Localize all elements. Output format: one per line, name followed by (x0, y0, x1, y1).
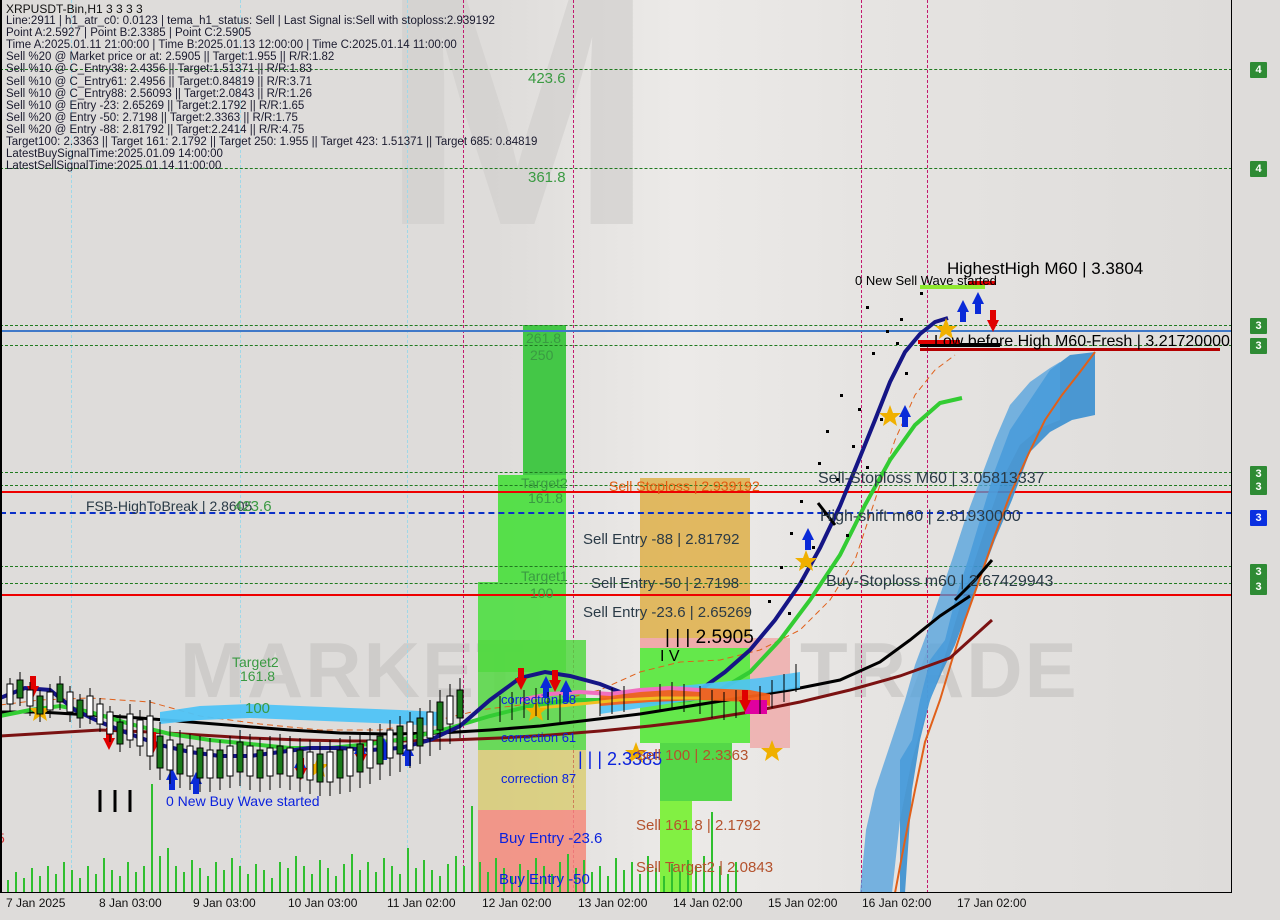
fsb-high-to-break-label: FSB-HighToBreak | 2.8605 (86, 498, 253, 514)
sell-stoploss-m60-label: Sell-Stoploss M60 | 3.05813337 (818, 470, 1045, 487)
time-tick-0: 7 Jan 2025 (6, 896, 66, 910)
plot-border-right (1231, 0, 1232, 893)
price-badge-5[interactable]: 3 (1250, 479, 1267, 495)
time-tick-10: 17 Jan 02:00 (957, 896, 1027, 910)
low-before-high-label: Low before High M60-Fresh | 3.21720000 (934, 333, 1230, 350)
wave-iv-marker: I V (660, 648, 680, 665)
time-tick-4: 11 Jan 02:00 (387, 896, 456, 910)
info-line-9: Sell %20 @ Entry -88: 2.81792 || Target:… (6, 123, 305, 136)
fib-label-250: 250 (530, 347, 554, 363)
info-line-3: Sell %20 @ Market price or at: 2.5905 ||… (6, 51, 335, 64)
info-line-7: Sell %10 @ Entry -23: 2.65269 || Target:… (6, 99, 305, 112)
fib-label-target2-value: 161.8 (528, 490, 564, 506)
sell-stoploss-label: Sell Stoploss | 2.939192 (609, 478, 760, 494)
fib-label-target1-value: 100 (530, 585, 554, 601)
time-tick-7: 14 Jan 02:00 (673, 896, 743, 910)
time-tick-5: 12 Jan 02:00 (482, 896, 552, 910)
time-tick-1: 8 Jan 03:00 (99, 896, 162, 910)
fib-label-261: 261.8 (526, 330, 562, 346)
price-badge-2[interactable]: 3 (1250, 318, 1267, 334)
time-tick-6: 13 Jan 02:00 (578, 896, 648, 910)
correction-38-label: correction 38 (501, 692, 577, 707)
sell-entry-50-label: Sell Entry -50 | 2.7198 (591, 575, 740, 592)
info-line-12: LatestSellSignalTime:2025.01.14 11:00:00 (6, 160, 222, 173)
new-buy-wave-label: 0 New Buy Wave started (166, 793, 320, 809)
price-scale[interactable]: 4 4 3 3 3 3 3 3 3 (1234, 0, 1280, 893)
price-badge-7[interactable]: 3 (1250, 564, 1267, 580)
info-line-6: Sell %10 @ C_Entry88: 2.56093 || Target:… (6, 87, 312, 100)
info-line-8: Sell %20 @ Entry -50: 2.7198 || Target:2… (6, 111, 298, 124)
fib-label-target2: Target2 (521, 475, 568, 491)
point-c-marker: | | | 2.5905 (665, 627, 754, 648)
info-line-10: Target100: 2.3363 || Target 161: 2.1792 … (6, 136, 538, 149)
price-badge-6[interactable]: 3 (1250, 510, 1267, 526)
info-line-4: Sell %10 @ C_Entry38: 2.4356 || Target:1… (6, 63, 312, 76)
price-badge-0[interactable]: 4 (1250, 62, 1267, 78)
fsb-fib-label: 423.6 (234, 498, 272, 515)
price-badge-3[interactable]: 3 (1250, 338, 1267, 354)
time-tick-9: 16 Jan 02:00 (862, 896, 932, 910)
correction-87-label: correction 87 (501, 771, 577, 786)
sell-entry-236-label: Sell Entry -23.6 | 2.65269 (583, 604, 752, 621)
time-tick-8: 15 Jan 02:00 (768, 896, 838, 910)
high-shift-label: High-shift m60 | 2.81930000 (820, 508, 1021, 525)
mt-chart-window: M MARKET TRADE (0, 0, 1280, 920)
sell-100-label: Sell 100 | 2.3363 (636, 747, 749, 764)
left-target2-value: 161.8 (240, 668, 276, 684)
sell-1618-label: Sell 161.8 | 2.1792 (636, 817, 761, 834)
sell-target2-label: Sell Target2 | 2.0843 (636, 859, 774, 876)
sell-entry-88-label: Sell Entry -88 | 2.81792 (583, 531, 740, 548)
correction-61-label: correction 61 (501, 730, 577, 745)
plot-border-left (0, 0, 2, 893)
info-line-5: Sell %10 @ C_Entry61: 2.4956 || Target:0… (6, 75, 312, 88)
info-line-0: Line:2911 | h1_atr_c0: 0.0123 | tema_h1_… (6, 15, 495, 28)
time-tick-2: 9 Jan 03:00 (193, 896, 256, 910)
price-badge-8[interactable]: 3 (1250, 579, 1267, 595)
buy-entry-236-label: Buy Entry -23.6 (499, 830, 603, 847)
chart-plot-area[interactable]: M MARKET TRADE (0, 0, 1232, 893)
chart-info-header: XRPUSDT-Bin,H1 3 3 3 3 Line:2911 | h1_at… (6, 3, 537, 172)
time-tick-3: 10 Jan 03:00 (288, 896, 358, 910)
buy-stoploss-m60-label: Buy-Stoploss m60 | 2.67429943 (826, 573, 1054, 590)
new-sell-wave-label: 0 New Sell Wave started (855, 273, 997, 288)
price-badge-1[interactable]: 4 (1250, 161, 1267, 177)
info-line-11: LatestBuySignalTime:2025.01.09 14:00:00 (6, 148, 223, 161)
fib-label-target1: Target1 (521, 568, 568, 584)
info-line-1: Point A:2.5927 | Point B:2.3385 | Point … (6, 27, 252, 40)
info-line-2: Time A:2025.01.11 21:00:00 | Time B:2025… (6, 39, 457, 52)
chart-title: XRPUSDT-Bin,H1 3 3 3 3 (6, 2, 143, 16)
left-fib-100-label: 100 (245, 700, 271, 717)
time-axis[interactable]: 7 Jan 2025 8 Jan 03:00 9 Jan 03:00 10 Ja… (0, 893, 1232, 920)
buy-entry-50-label: Buy Entry -50 (499, 871, 590, 888)
